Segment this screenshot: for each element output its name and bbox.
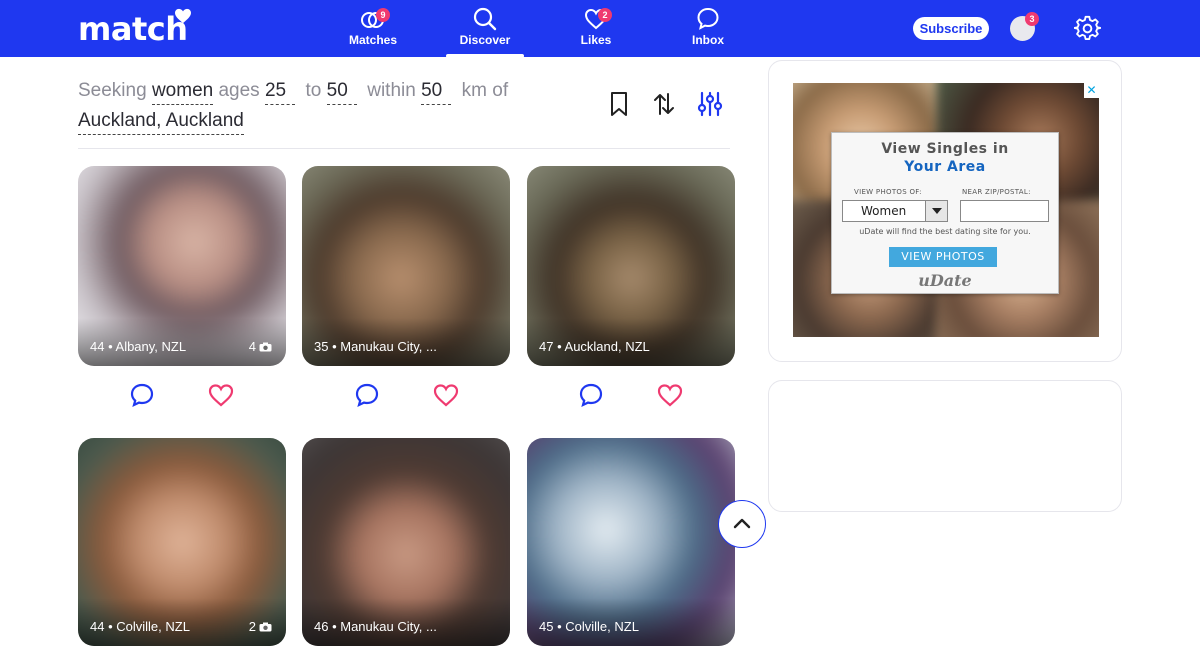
search-icon [473,7,497,31]
ad-zip-input[interactable] [960,200,1049,222]
ad-subtitle: Your Area [904,159,986,175]
profile-badge: 3 [1025,12,1039,26]
scroll-to-top-button[interactable] [718,500,766,548]
location-select[interactable]: Auckland, Auckland [78,110,244,135]
ad-note: uDate will find the best dating site for… [859,227,1031,236]
unit-label: km of [461,80,509,101]
sort-icon[interactable] [651,90,677,118]
profile-caption: 35 • Manukau City, ... [314,339,437,354]
age-min-select[interactable]: 25 [264,80,295,105]
nav-matches-label: Matches [348,33,398,47]
profile-card[interactable]: 46 • Manukau City, ... [302,438,510,646]
age-max-select[interactable]: 50 [326,80,357,105]
ad-photos-of-label: VIEW PHOTOS OF: [854,188,922,196]
view-photos-button[interactable]: VIEW PHOTOS [889,247,997,267]
profile-caption: 47 • Auckland, NZL [539,339,650,354]
profile-card[interactable]: 44 • Albany, NZL 4 [78,166,286,366]
divider [78,148,730,149]
nav-likes-label: Likes [580,33,612,47]
camera-icon [259,622,272,632]
profile-caption: 44 • Colville, NZL [90,619,190,634]
like-heart-icon[interactable] [432,381,460,409]
photo-count: 4 [249,339,272,354]
within-label: within [367,80,416,101]
profile-caption: 44 • Albany, NZL [90,339,187,354]
nav-discover-label: Discover [459,33,511,47]
ad-select-value: Women [861,204,907,218]
photo-count: 2 [249,619,272,634]
udate-logo: uDate [918,271,972,290]
nav-inbox-label: Inbox [692,33,724,47]
ad-close-icon[interactable]: ✕ [1084,83,1099,98]
match-logo[interactable]: match [78,8,191,48]
chat-bubble-icon [697,7,719,30]
nav-discover[interactable]: Discover [440,6,530,58]
nav-likes[interactable]: 2 Likes [551,6,641,47]
chevron-up-icon [733,518,751,529]
ad-zip-label: NEAR ZIP/POSTAL: [962,188,1031,196]
ad-form: View Singles in Your Area VIEW PHOTOS OF… [831,132,1059,294]
message-icon[interactable] [577,381,605,409]
ad-gender-select[interactable]: Women [842,200,948,222]
advertisement[interactable]: ✕ View Singles in Your Area VIEW PHOTOS … [793,83,1099,337]
profile-caption: 45 • Colville, NZL [539,619,639,634]
like-heart-icon[interactable] [207,381,235,409]
bookmark-icon[interactable] [606,90,632,118]
ad-title: View Singles in [881,141,1009,157]
profile-card[interactable]: 44 • Colville, NZL 2 [78,438,286,646]
nav-inbox[interactable]: Inbox [663,6,753,47]
likes-badge: 2 [598,8,612,22]
gear-icon[interactable] [1074,15,1101,42]
to-label: to [305,80,322,101]
profile-caption: 46 • Manukau City, ... [314,619,437,634]
camera-icon [259,342,272,352]
ages-label: ages [218,80,260,101]
sidebar-card-empty [768,380,1122,512]
distance-select[interactable]: 50 [421,80,452,105]
top-nav: match 9 Matches Discover 2 Likes Inbox S… [0,0,1200,58]
profile-card[interactable]: 45 • Colville, NZL [527,438,735,646]
profile-card[interactable]: 35 • Manukau City, ... [302,166,510,366]
subscribe-button[interactable]: Subscribe [913,17,989,40]
like-heart-icon[interactable] [656,381,684,409]
logo-text: match [78,10,188,48]
message-icon[interactable] [128,381,156,409]
search-criteria: Seeking women ages 25 to 50 within 50 km… [78,76,598,136]
logo-heart-icon [175,8,191,24]
seeking-label: Seeking [78,80,147,101]
message-icon[interactable] [353,381,381,409]
profile-card[interactable]: 47 • Auckland, NZL [527,166,735,366]
filter-sliders-icon[interactable] [697,90,723,118]
matches-badge: 9 [376,8,390,22]
gender-select[interactable]: women [151,80,214,105]
nav-matches[interactable]: 9 Matches [328,6,418,47]
chevron-down-icon [925,201,947,221]
